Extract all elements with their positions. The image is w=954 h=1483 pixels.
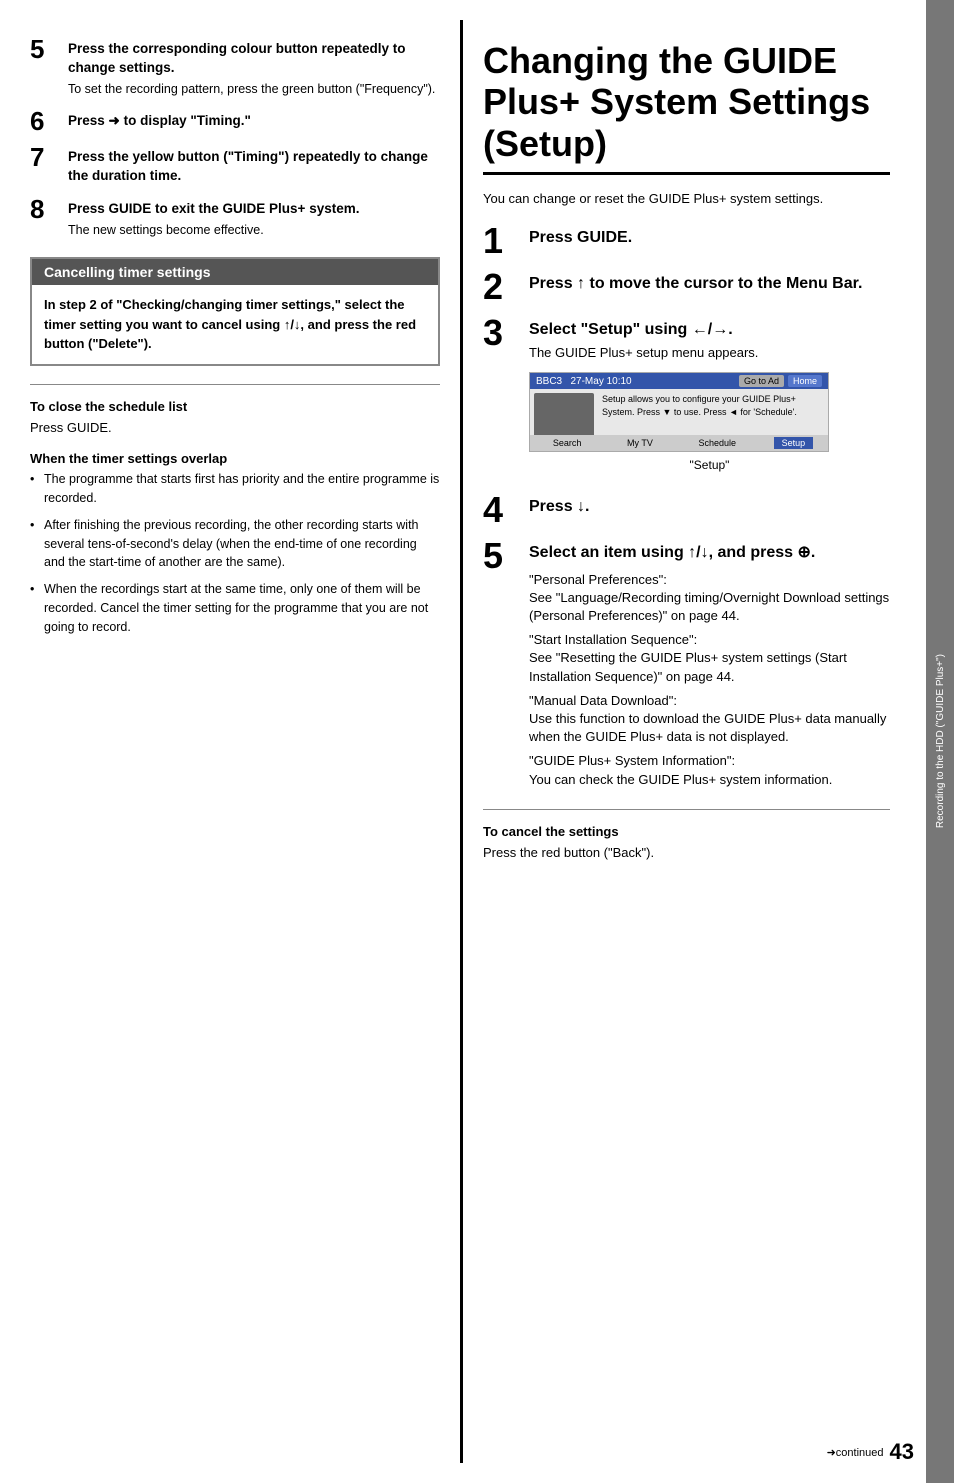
right-step-number-4: 4 — [483, 492, 523, 528]
right-step-3: 3 Select "Setup" using ←/→. The GUIDE Pl… — [483, 319, 890, 483]
footer: ➜continued 43 — [827, 1439, 914, 1465]
right-step-5-title: Select an item using ↑/↓, and press ⊕. — [529, 542, 890, 564]
divider-1 — [30, 384, 440, 385]
step-8-content: Press GUIDE to exit the GUIDE Plus+ syst… — [68, 200, 440, 239]
cancel-settings-heading: To cancel the settings — [483, 824, 890, 839]
right-steps: 1 Press GUIDE. 2 Press ↑ to move the cur… — [483, 227, 890, 795]
screenshot-caption: "Setup" — [529, 458, 890, 472]
step-number-6: 6 — [30, 108, 62, 134]
cancel-timer-body: In step 2 of "Checking/changing timer se… — [32, 285, 438, 364]
step-6: 6 Press ➜ to display "Timing." — [30, 112, 440, 134]
right-step-3-sub: The GUIDE Plus+ setup menu appears. — [529, 344, 890, 362]
close-schedule-heading: To close the schedule list — [30, 399, 440, 414]
step-number-5: 5 — [30, 36, 62, 62]
side-tab-label: Recording to the HDD ("GUIDE Plus+") — [935, 646, 946, 836]
right-step-5-content: Select an item using ↑/↓, and press ⊕. "… — [529, 542, 890, 794]
step-7-content: Press the yellow button ("Timing") repea… — [68, 148, 440, 186]
cancel-timer-header: Cancelling timer settings — [32, 259, 438, 285]
right-step-number-3: 3 — [483, 315, 523, 351]
step-number-8: 8 — [30, 196, 62, 222]
cancel-settings-text: Press the red button ("Back"). — [483, 843, 890, 863]
right-step-number-1: 1 — [483, 223, 523, 259]
screenshot-bar: BBC3 27-May 10:10 Go to Ad Home — [530, 373, 828, 389]
overlap-bullet-1: The programme that starts first has prio… — [30, 470, 440, 508]
sub-block-0: "Personal Preferences": — [529, 571, 890, 589]
close-schedule-block: To close the schedule list Press GUIDE. — [30, 399, 440, 438]
right-step-number-2: 2 — [483, 269, 523, 305]
guide-screenshot: BBC3 27-May 10:10 Go to Ad Home Se — [529, 372, 829, 452]
step-8-sub: The new settings become effective. — [68, 222, 440, 240]
screenshot-btn-goto: Go to Ad — [739, 375, 784, 387]
step-number-7: 7 — [30, 144, 62, 170]
right-step-1: 1 Press GUIDE. — [483, 227, 890, 259]
right-step-2: 2 Press ↑ to move the cursor to the Menu… — [483, 273, 890, 305]
right-step-4-title: Press ↓. — [529, 496, 890, 518]
cancel-settings-block: To cancel the settings Press the red but… — [483, 824, 890, 863]
right-step-3-content: Select "Setup" using ←/→. The GUIDE Plus… — [529, 319, 890, 483]
right-step-2-title: Press ↑ to move the cursor to the Menu B… — [529, 273, 890, 295]
sub-block-2: "Start Installation Sequence": — [529, 631, 890, 649]
overlap-block: When the timer settings overlap The prog… — [30, 451, 440, 636]
step-6-title: Press ➜ to display "Timing." — [68, 112, 440, 131]
cancel-timer-text: In step 2 of "Checking/changing timer se… — [44, 295, 426, 354]
right-step-2-content: Press ↑ to move the cursor to the Menu B… — [529, 273, 890, 295]
step-7: 7 Press the yellow button ("Timing") rep… — [30, 148, 440, 186]
sub-block-6: "GUIDE Plus+ System Information": — [529, 752, 890, 770]
step-6-content: Press ➜ to display "Timing." — [68, 112, 440, 131]
sub-block-4: "Manual Data Download": — [529, 692, 890, 710]
side-tab-container: Recording to the HDD ("GUIDE Plus+") — [926, 0, 954, 1483]
footer-page: 43 — [890, 1439, 914, 1465]
right-step-5: 5 Select an item using ↑/↓, and press ⊕.… — [483, 542, 890, 794]
tab-search: Search — [545, 437, 590, 449]
footer-continued: ➜continued — [827, 1446, 884, 1459]
left-column: 5 Press the corresponding colour button … — [0, 20, 460, 1463]
step-7-title: Press the yellow button ("Timing") repea… — [68, 148, 440, 186]
right-divider — [483, 809, 890, 810]
step-5: 5 Press the corresponding colour button … — [30, 40, 440, 98]
screenshot-btn-home: Home — [788, 375, 822, 387]
tab-setup: Setup — [774, 437, 814, 449]
screenshot-channel-date: BBC3 27-May 10:10 — [536, 376, 632, 387]
screenshot-tabs: Search My TV Schedule Setup — [530, 435, 828, 451]
cancel-timer-box: Cancelling timer settings In step 2 of "… — [30, 257, 440, 366]
sub-block-5: Use this function to download the GUIDE … — [529, 710, 890, 746]
tab-mytv: My TV — [619, 437, 661, 449]
overlap-bullets: The programme that starts first has prio… — [30, 470, 440, 636]
sub-block-1: See "Language/Recording timing/Overnight… — [529, 589, 890, 625]
right-step-4: 4 Press ↓. — [483, 496, 890, 528]
right-column: Changing the GUIDE Plus+ System Settings… — [460, 20, 920, 1463]
right-step-1-content: Press GUIDE. — [529, 227, 890, 249]
right-title: Changing the GUIDE Plus+ System Settings… — [483, 40, 890, 175]
step-8-title: Press GUIDE to exit the GUIDE Plus+ syst… — [68, 200, 440, 219]
right-step-number-5: 5 — [483, 538, 523, 574]
right-step-5-sub-0: "Personal Preferences": See "Language/Re… — [529, 571, 890, 789]
overlap-bullet-2: After finishing the previous recording, … — [30, 516, 440, 572]
right-step-4-content: Press ↓. — [529, 496, 890, 518]
intro-text: You can change or reset the GUIDE Plus+ … — [483, 189, 890, 209]
tab-schedule: Schedule — [690, 437, 744, 449]
sub-block-7: You can check the GUIDE Plus+ system inf… — [529, 771, 890, 789]
sub-block-3: See "Resetting the GUIDE Plus+ system se… — [529, 649, 890, 685]
step-8: 8 Press GUIDE to exit the GUIDE Plus+ sy… — [30, 200, 440, 239]
right-step-3-title: Select "Setup" using ←/→. — [529, 319, 890, 341]
right-step-1-title: Press GUIDE. — [529, 227, 890, 249]
overlap-heading: When the timer settings overlap — [30, 451, 440, 466]
step-5-title: Press the corresponding colour button re… — [68, 40, 440, 78]
screenshot-bar-right: Go to Ad Home — [739, 375, 822, 387]
step-5-sub: To set the recording pattern, press the … — [68, 81, 440, 99]
close-schedule-text: Press GUIDE. — [30, 418, 440, 438]
step-5-content: Press the corresponding colour button re… — [68, 40, 440, 98]
overlap-bullet-3: When the recordings start at the same ti… — [30, 580, 440, 636]
